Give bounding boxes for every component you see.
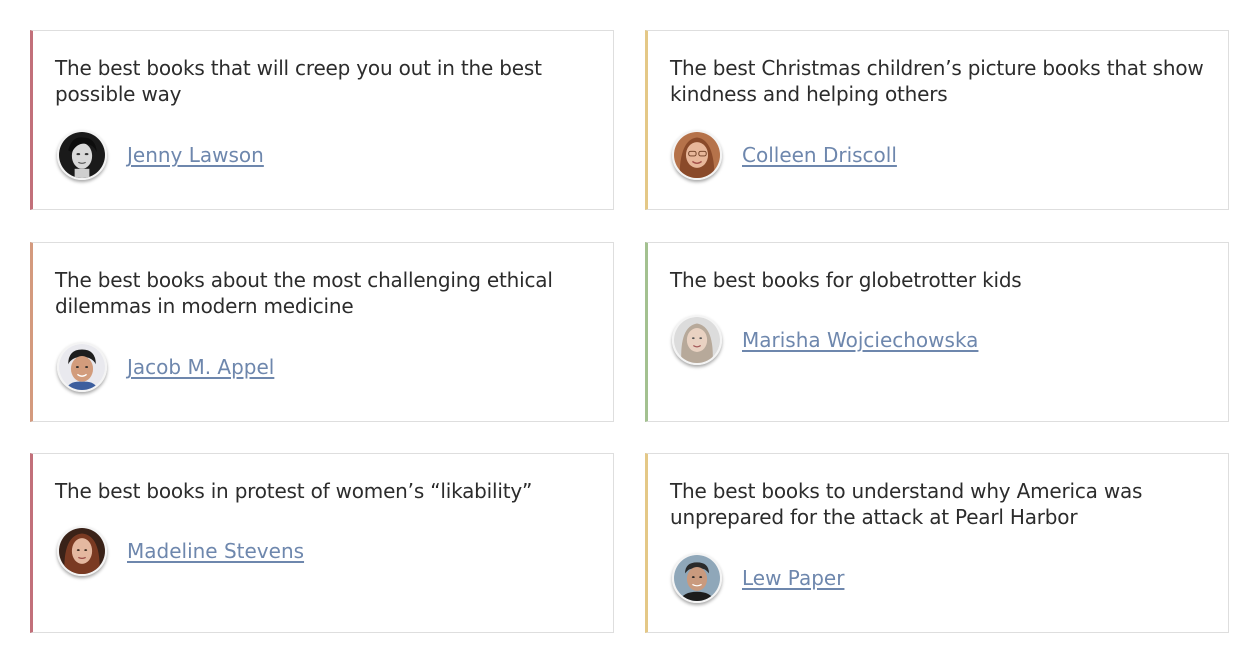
author-row: Jacob M. Appel xyxy=(57,342,274,392)
author-link[interactable]: Marisha Wojciechowska xyxy=(742,328,978,352)
author-avatar[interactable] xyxy=(57,130,107,180)
card-title[interactable]: The best books that will creep you out i… xyxy=(55,55,595,107)
author-row: Lew Paper xyxy=(672,553,844,603)
author-link[interactable]: Lew Paper xyxy=(742,566,844,590)
author-link[interactable]: Jenny Lawson xyxy=(127,143,264,167)
card-title[interactable]: The best books for globetrotter kids xyxy=(670,267,1210,293)
book-list-card[interactable]: The best Christmas children’s picture bo… xyxy=(645,30,1229,210)
book-list-card[interactable]: The best books about the most challengin… xyxy=(30,242,614,422)
author-row: Madeline Stevens xyxy=(57,526,304,576)
author-row: Marisha Wojciechowska xyxy=(672,315,978,365)
card-title[interactable]: The best books in protest of women’s “li… xyxy=(55,478,595,504)
author-avatar[interactable] xyxy=(672,315,722,365)
author-photo-icon xyxy=(674,555,720,601)
author-photo-icon xyxy=(59,344,105,390)
author-link[interactable]: Jacob M. Appel xyxy=(127,355,274,379)
book-list-card[interactable]: The best books in protest of women’s “li… xyxy=(30,453,614,633)
author-photo-icon xyxy=(674,132,720,178)
author-avatar[interactable] xyxy=(672,553,722,603)
author-row: Jenny Lawson xyxy=(57,130,264,180)
book-list-card[interactable]: The best books for globetrotter kids Mar… xyxy=(645,242,1229,422)
author-avatar[interactable] xyxy=(57,342,107,392)
author-link[interactable]: Madeline Stevens xyxy=(127,539,304,563)
book-list-card[interactable]: The best books to understand why America… xyxy=(645,453,1229,633)
author-link[interactable]: Colleen Driscoll xyxy=(742,143,897,167)
card-title[interactable]: The best books to understand why America… xyxy=(670,478,1210,530)
author-avatar[interactable] xyxy=(672,130,722,180)
author-photo-icon xyxy=(59,528,105,574)
author-photo-icon xyxy=(59,132,105,178)
author-row: Colleen Driscoll xyxy=(672,130,897,180)
card-title[interactable]: The best books about the most challengin… xyxy=(55,267,595,319)
author-avatar[interactable] xyxy=(57,526,107,576)
author-photo-icon xyxy=(674,317,720,363)
book-list-card[interactable]: The best books that will creep you out i… xyxy=(30,30,614,210)
card-title[interactable]: The best Christmas children’s picture bo… xyxy=(670,55,1210,107)
